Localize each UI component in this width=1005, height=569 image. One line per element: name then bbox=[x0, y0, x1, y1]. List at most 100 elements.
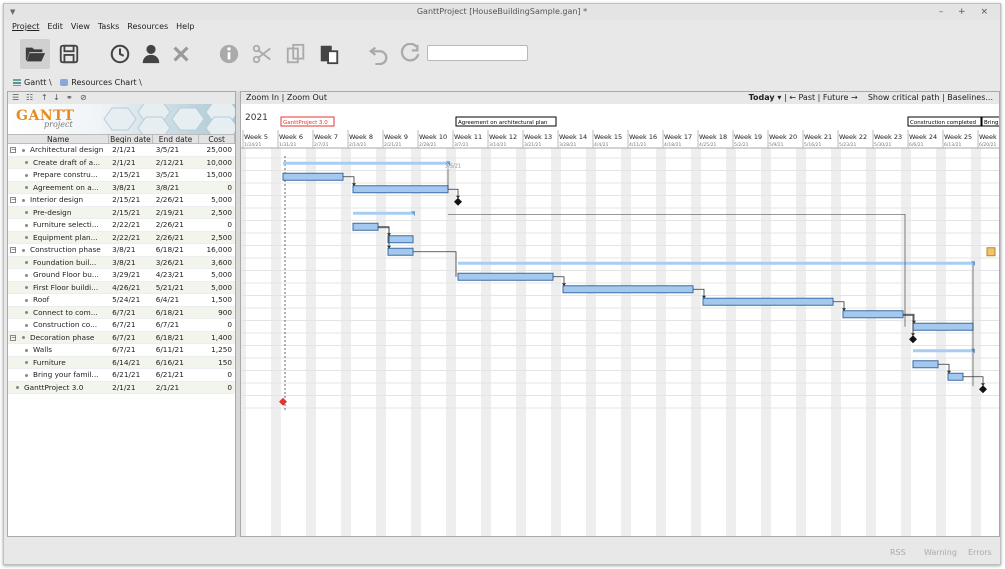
end-date-cell[interactable]: 2/19/21 bbox=[153, 207, 200, 219]
menu-tasks[interactable]: Tasks bbox=[94, 20, 123, 34]
task-bar[interactable] bbox=[282, 172, 344, 181]
task-bar[interactable] bbox=[352, 222, 379, 231]
task-bar[interactable] bbox=[947, 372, 964, 381]
begin-date-cell[interactable]: 3/8/21 bbox=[109, 244, 153, 256]
outdent-icon[interactable]: ☷ bbox=[26, 92, 33, 104]
task-bar[interactable] bbox=[842, 310, 904, 319]
open-button[interactable] bbox=[20, 39, 50, 69]
task-name-cell[interactable]: Furniture selecti... bbox=[8, 219, 109, 231]
begin-date-cell[interactable]: 6/7/21 bbox=[109, 332, 153, 344]
errors-label[interactable]: Errors bbox=[968, 548, 992, 557]
cost-cell[interactable]: 0 bbox=[199, 382, 235, 394]
menu-help[interactable]: Help bbox=[172, 20, 198, 34]
task-name-cell[interactable]: Equipment plan... bbox=[8, 232, 109, 244]
task-name-cell[interactable]: Furniture bbox=[8, 357, 109, 369]
summary-bar[interactable] bbox=[353, 211, 413, 215]
table-row[interactable]: Walls 6/7/21 6/11/21 1,250 bbox=[8, 344, 235, 357]
task-bar[interactable] bbox=[912, 322, 974, 331]
begin-date-cell[interactable]: 2/22/21 bbox=[109, 232, 153, 244]
paste-button[interactable] bbox=[314, 39, 344, 69]
baselines-button[interactable]: Baselines... bbox=[947, 93, 993, 102]
future-button[interactable]: Future → bbox=[823, 93, 858, 102]
col-cost[interactable]: Cost bbox=[199, 135, 236, 143]
end-date-cell[interactable]: 5/21/21 bbox=[153, 282, 200, 294]
link-icon[interactable]: ⚭ bbox=[66, 92, 73, 104]
task-name-cell[interactable]: − Interior design bbox=[8, 194, 109, 206]
task-bar[interactable] bbox=[387, 247, 414, 256]
table-row[interactable]: Prepare constru... 2/15/21 3/5/21 15,000 bbox=[8, 169, 235, 182]
end-date-cell[interactable]: 2/26/21 bbox=[153, 219, 200, 231]
cost-cell[interactable]: 0 bbox=[199, 319, 235, 331]
cost-cell[interactable]: 1,500 bbox=[199, 294, 235, 306]
task-name-cell[interactable]: First Floor buildi... bbox=[8, 282, 109, 294]
collapse-icon[interactable]: − bbox=[10, 147, 16, 153]
task-name-cell[interactable]: − Decoration phase bbox=[8, 332, 109, 344]
task-bar[interactable] bbox=[702, 297, 834, 306]
task-name-cell[interactable]: Roof bbox=[8, 294, 109, 306]
table-row[interactable]: − Construction phase 3/8/21 6/18/21 16,000 bbox=[8, 244, 235, 257]
cost-cell[interactable]: 1,400 bbox=[199, 332, 235, 344]
menu-edit[interactable]: Edit bbox=[43, 20, 67, 34]
begin-date-cell[interactable]: 2/1/21 bbox=[109, 157, 153, 169]
task-bar[interactable] bbox=[387, 235, 414, 244]
task-name-cell[interactable]: Ground Floor bu... bbox=[8, 269, 109, 281]
end-date-cell[interactable]: 6/7/21 bbox=[153, 319, 200, 331]
begin-date-cell[interactable]: 3/29/21 bbox=[109, 269, 153, 281]
cost-cell[interactable]: 2,500 bbox=[199, 232, 235, 244]
task-bar[interactable] bbox=[457, 272, 554, 281]
tab-resources[interactable]: Resources Chart \ bbox=[57, 76, 145, 89]
end-date-cell[interactable]: 6/16/21 bbox=[153, 357, 200, 369]
end-date-cell[interactable]: 2/26/21 bbox=[153, 232, 200, 244]
copy-button[interactable] bbox=[281, 39, 311, 69]
table-row[interactable]: Construction co... 6/7/21 6/7/21 0 bbox=[8, 319, 235, 332]
collapse-icon[interactable]: − bbox=[10, 334, 16, 341]
warning-label[interactable]: Warning bbox=[924, 548, 957, 557]
table-row[interactable]: Foundation buil... 3/8/21 3/26/21 3,600 bbox=[8, 256, 235, 269]
begin-date-cell[interactable]: 6/14/21 bbox=[109, 357, 153, 369]
window-menu-icon[interactable]: ▼ bbox=[10, 4, 15, 20]
col-name[interactable]: Name bbox=[8, 135, 110, 143]
begin-date-cell[interactable]: 3/8/21 bbox=[109, 257, 153, 269]
begin-date-cell[interactable]: 2/15/21 bbox=[109, 194, 153, 206]
zoom-in-button[interactable]: Zoom In bbox=[246, 93, 279, 102]
task-name-cell[interactable]: − Construction phase bbox=[8, 244, 109, 256]
table-row[interactable]: GanttProject 3.0 2/1/21 2/1/21 0 bbox=[8, 381, 235, 394]
cost-cell[interactable]: 3,600 bbox=[199, 257, 235, 269]
task-name-cell[interactable]: Construction co... bbox=[8, 319, 109, 331]
today-button[interactable]: Today ▾ bbox=[749, 93, 782, 102]
begin-date-cell[interactable]: 4/26/21 bbox=[109, 282, 153, 294]
table-row[interactable]: − Architectural design 2/1/21 3/5/21 25,000 bbox=[8, 144, 235, 157]
cost-cell[interactable]: 0 bbox=[199, 182, 235, 194]
end-date-cell[interactable]: 6/4/21 bbox=[153, 294, 200, 306]
begin-date-cell[interactable]: 6/7/21 bbox=[109, 344, 153, 356]
end-date-cell[interactable]: 3/26/21 bbox=[153, 257, 200, 269]
cost-cell[interactable]: 1,250 bbox=[199, 344, 235, 356]
zoom-out-button[interactable]: Zoom Out bbox=[287, 93, 327, 102]
unlink-icon[interactable]: ⊘ bbox=[80, 92, 87, 104]
begin-date-cell[interactable]: 2/22/21 bbox=[109, 219, 153, 231]
end-date-cell[interactable]: 2/12/21 bbox=[153, 157, 200, 169]
gantt-timeline[interactable]: 2021 Week 51/24/21 Week 61/31/21 Week 72/7/… bbox=[241, 104, 1000, 537]
window-controls[interactable]: – + × bbox=[939, 4, 994, 20]
cost-cell[interactable]: 5,000 bbox=[199, 194, 235, 206]
delete-button[interactable] bbox=[166, 39, 196, 69]
end-date-cell[interactable]: 6/18/21 bbox=[153, 307, 200, 319]
menu-project[interactable]: Project bbox=[8, 20, 43, 34]
end-date-cell[interactable]: 6/11/21 bbox=[153, 344, 200, 356]
task-bar[interactable] bbox=[912, 360, 939, 369]
table-row[interactable]: First Floor buildi... 4/26/21 5/21/21 5,000 bbox=[8, 281, 235, 294]
summary-bar[interactable] bbox=[458, 261, 973, 265]
table-row[interactable]: Roof 5/24/21 6/4/21 1,500 bbox=[8, 294, 235, 307]
table-row[interactable]: Create draft of a... 2/1/21 2/12/21 10,000 bbox=[8, 156, 235, 169]
add-resource-button[interactable] bbox=[136, 39, 166, 69]
undo-button[interactable] bbox=[364, 39, 394, 69]
begin-date-cell[interactable]: 2/1/21 bbox=[109, 144, 153, 156]
move-up-icon[interactable]: ↑ bbox=[41, 92, 48, 104]
task-name-cell[interactable]: Connect to com... bbox=[8, 307, 109, 319]
properties-button[interactable] bbox=[214, 39, 244, 69]
task-bar[interactable] bbox=[562, 285, 694, 294]
redo-button[interactable] bbox=[395, 39, 425, 69]
begin-date-cell[interactable]: 5/24/21 bbox=[109, 294, 153, 306]
begin-date-cell[interactable]: 2/15/21 bbox=[109, 207, 153, 219]
task-name-cell[interactable]: GanttProject 3.0 bbox=[8, 382, 109, 394]
